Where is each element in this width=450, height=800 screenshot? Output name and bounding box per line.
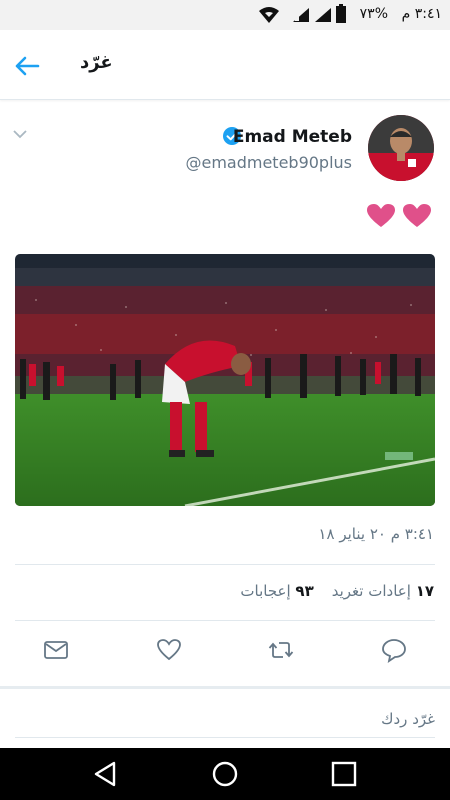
battery-icon (336, 4, 346, 23)
app-header: غرّد (0, 30, 450, 100)
signal-icon (315, 8, 331, 22)
wifi-icon (259, 7, 279, 23)
back-arrow-icon[interactable] (12, 51, 42, 81)
likes-count: ٩٣ (295, 582, 314, 600)
like-icon[interactable] (156, 637, 182, 663)
mail-icon[interactable] (43, 637, 69, 663)
nav-home-icon[interactable] (211, 760, 239, 788)
divider (15, 620, 435, 621)
tweet-timestamp: ٣:٤١ م ٢٠ يناير ١٨ (318, 525, 434, 543)
clock: ٣:٤١ م (401, 6, 442, 22)
likes-label: إعجابات (240, 582, 291, 600)
chevron-down-icon[interactable] (12, 128, 28, 140)
battery-percent: %٧٣ (359, 6, 388, 22)
heart-icon (403, 204, 431, 227)
retweets-stat[interactable]: ١٧ إعادات تغريد (332, 582, 434, 600)
nav-recents-icon[interactable] (330, 760, 358, 788)
status-bar: %٧٣ ٣:٤١ م (0, 0, 450, 30)
display-name[interactable]: Emad Meteb (233, 127, 352, 147)
user-handle[interactable]: @emadmeteb90plus (185, 153, 352, 172)
signal-icon (293, 8, 309, 22)
heart-icon (367, 204, 395, 227)
reply-icon[interactable] (381, 637, 407, 663)
likes-stat[interactable]: ٩٣ إعجابات (240, 582, 313, 600)
divider (15, 564, 435, 565)
retweets-count: ١٧ (415, 582, 434, 600)
tweet-stats: ١٧ إعادات تغريد ٩٣ إعجابات (240, 582, 434, 600)
system-nav-bar (0, 748, 450, 800)
tweet-photo[interactable] (15, 254, 435, 506)
reply-input[interactable]: غرّد ردك (15, 698, 435, 738)
tweet-text-hearts (366, 203, 436, 229)
nav-back-icon[interactable] (92, 760, 120, 788)
reply-placeholder: غرّد ردك (381, 710, 435, 728)
avatar[interactable] (368, 115, 434, 181)
retweets-label: إعادات تغريد (331, 582, 411, 600)
page-title: غرّد (80, 52, 113, 73)
section-divider (0, 686, 450, 689)
retweet-icon[interactable] (268, 637, 294, 663)
